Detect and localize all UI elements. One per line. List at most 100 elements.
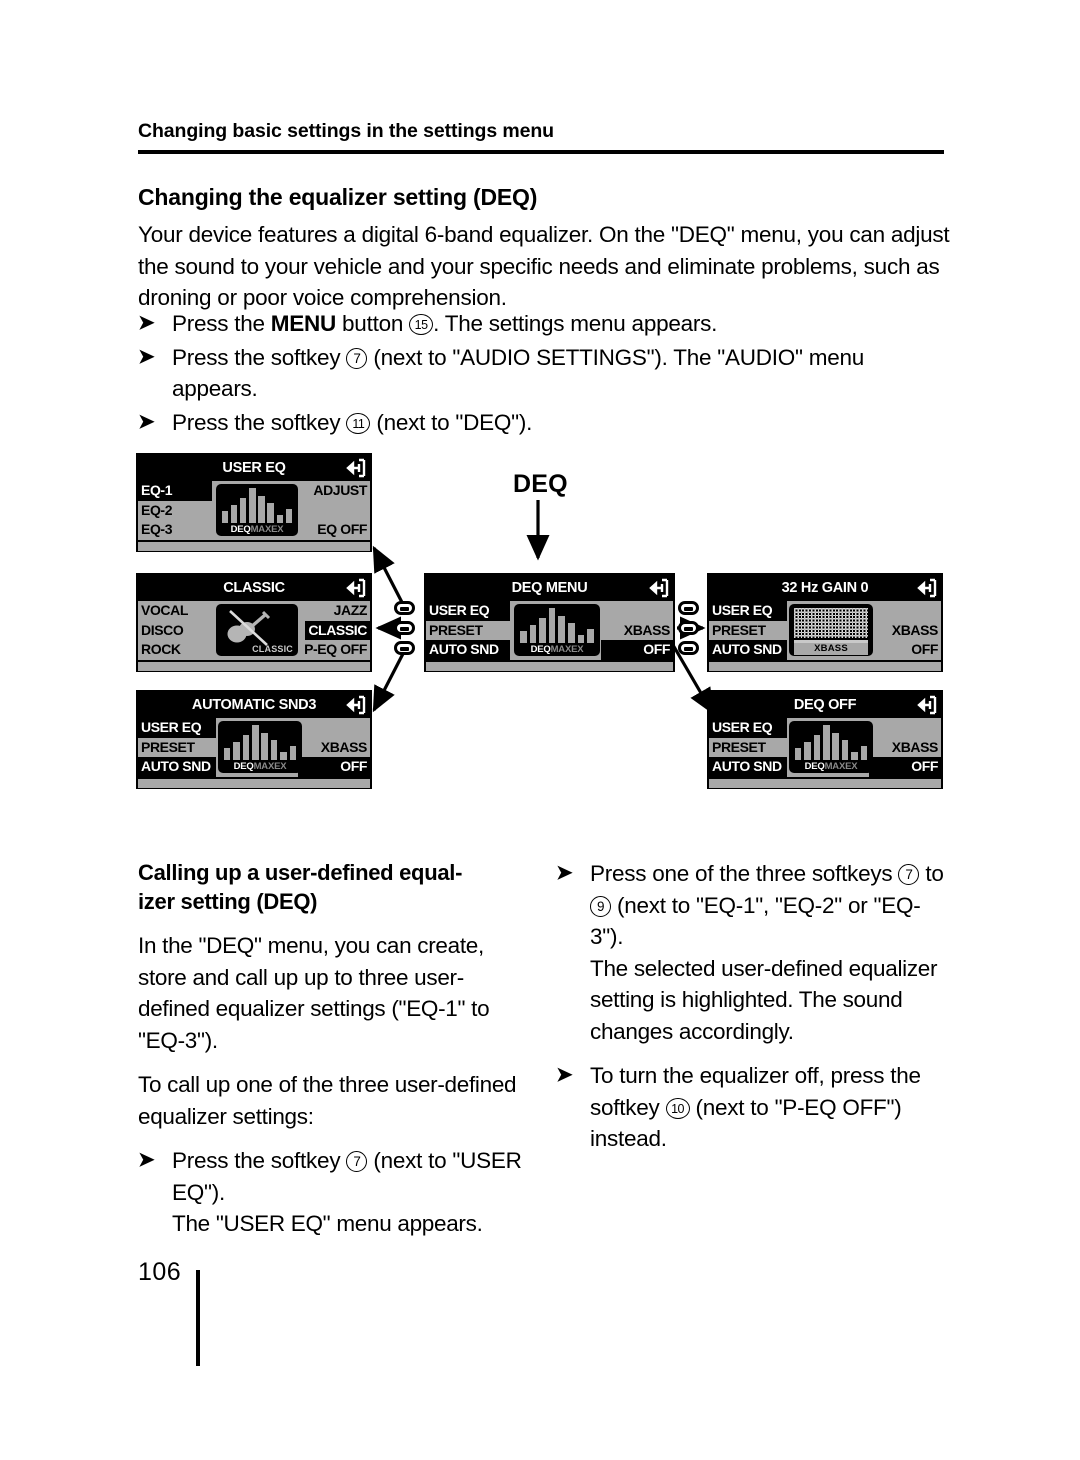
- menu-item[interactable]: EQ OFF: [314, 520, 370, 540]
- list-item: ➤ To turn the equalizer off, press the s…: [556, 1060, 950, 1155]
- menu-item[interactable]: XBASS: [889, 738, 941, 758]
- back-arrow-icon: [346, 578, 366, 598]
- softkey-right-2[interactable]: [678, 621, 699, 635]
- eq-spectrum-graphic: DEQMAXEX: [789, 721, 873, 773]
- menu-item[interactable]: OFF: [601, 640, 673, 660]
- display-panel-gain: 32 Hz GAIN 0 USER EQ PRESET AUTO SND XBA…: [707, 573, 943, 672]
- step-text-post: (next to "EQ-1", "EQ-2" or "EQ-3").: [590, 892, 921, 950]
- guitar-icon: [227, 610, 271, 646]
- arrow-right-icon: ➤: [138, 1149, 155, 1171]
- menu-item[interactable]: EQ-2: [138, 501, 212, 521]
- menu-item[interactable]: XBASS: [318, 738, 370, 758]
- menu-item[interactable]: PRESET: [709, 738, 787, 758]
- menu-item[interactable]: OFF: [298, 757, 370, 777]
- panel-title-text: AUTOMATIC SND3: [191, 697, 317, 713]
- display-panel-automatic-snd3: AUTOMATIC SND3 USER EQ PRESET AUTO SND D…: [136, 690, 372, 789]
- menu-item[interactable]: USER EQ: [709, 718, 787, 738]
- menu-item[interactable]: AUTO SND: [709, 640, 787, 660]
- back-arrow-icon: [917, 578, 937, 598]
- softkey-labels-left: USER EQ PRESET AUTO SND: [709, 601, 787, 660]
- menu-item[interactable]: EQ-3: [138, 520, 212, 540]
- panel-body: USER EQ PRESET AUTO SND DEQMAXEX XBASS O…: [138, 718, 370, 777]
- panel-title-text: DEQ OFF: [793, 697, 857, 713]
- paragraph: The selected user-defined equalizer sett…: [590, 955, 938, 1044]
- display-panel-deq-menu: DEQ MENU USER EQ PRESET AUTO SND DEQMAXE…: [424, 573, 675, 672]
- diagram-label-deq: DEQ: [513, 470, 568, 498]
- menu-item[interactable]: USER EQ: [426, 601, 510, 621]
- menu-item[interactable]: AUTO SND: [138, 757, 216, 777]
- arrow-right-icon: ➤: [556, 862, 573, 884]
- panel-title-text: USER EQ: [222, 460, 286, 476]
- graphic-caption-classic: CLASSIC: [252, 644, 293, 654]
- folio-rule: [196, 1270, 200, 1366]
- paragraph: In the "DEQ" menu, you can create, store…: [138, 933, 490, 1053]
- panel-title: 32 Hz GAIN 0: [709, 575, 941, 601]
- eq-graphic-caption: DEQMAXEX: [789, 761, 873, 772]
- list-item: ➤ Press one of the three softkeys 7 to 9…: [556, 858, 950, 953]
- eq-bars: [520, 608, 594, 643]
- menu-item-empty: [935, 718, 941, 738]
- softkey-labels-left: USER EQ PRESET AUTO SND: [709, 718, 787, 777]
- panel-body: USER EQ PRESET AUTO SND DEQMAXEX XBASS O…: [426, 601, 673, 660]
- menu-item[interactable]: XBASS: [889, 621, 941, 641]
- panel-title: DEQ OFF: [709, 692, 941, 718]
- softkey-labels-right: ADJUST EQ OFF: [296, 481, 370, 540]
- keynum-badge: 10: [665, 1097, 690, 1119]
- softkey-labels-right: XBASS OFF: [298, 718, 370, 777]
- menu-item[interactable]: EQ-1: [138, 481, 212, 501]
- softkey-labels-right: JAZZ CLASSIC P-EQ OFF: [296, 601, 370, 660]
- softkey-labels-right: XBASS OFF: [601, 601, 673, 660]
- back-arrow-icon: [649, 578, 669, 598]
- step-text-pre: Press the softkey: [172, 1148, 347, 1173]
- menu-item[interactable]: ADJUST: [310, 481, 370, 501]
- softkey-right-1[interactable]: [678, 601, 699, 615]
- panel-title: AUTOMATIC SND3: [138, 692, 370, 718]
- menu-item[interactable]: AUTO SND: [426, 640, 510, 660]
- eq-spectrum-graphic: DEQMAXEX: [514, 604, 600, 656]
- menu-item[interactable]: VOCAL: [138, 601, 212, 621]
- caption-max: MAX: [550, 644, 572, 655]
- step-text-mid: to: [919, 861, 944, 886]
- softkey-labels-left: USER EQ PRESET AUTO SND: [138, 718, 216, 777]
- eq-graphic-caption: DEQMAXEX: [218, 761, 302, 772]
- menu-item[interactable]: USER EQ: [138, 718, 216, 738]
- menu-item[interactable]: OFF: [869, 757, 941, 777]
- softkey-right-3[interactable]: [678, 641, 699, 655]
- panel-title-text: CLASSIC: [223, 580, 285, 596]
- xbass-dot-grid: [794, 608, 868, 638]
- paragraph: To call up one of the three user-defined…: [138, 1072, 517, 1129]
- eq-graphic-caption: DEQMAXEX: [514, 644, 600, 655]
- menu-item[interactable]: PRESET: [709, 621, 787, 641]
- menu-item-empty: [364, 501, 370, 521]
- back-arrow-icon: [917, 695, 937, 715]
- menu-item[interactable]: ROCK: [138, 640, 212, 660]
- eq-spectrum-graphic: DEQMAXEX: [216, 484, 298, 536]
- xbass-graphic: XBASS: [789, 604, 873, 656]
- menu-item[interactable]: USER EQ: [709, 601, 787, 621]
- caption-max: MAX: [824, 761, 846, 772]
- graphic-caption-xbass: XBASS: [794, 643, 868, 655]
- softkey-left-3[interactable]: [394, 641, 415, 655]
- panel-title: CLASSIC: [138, 575, 370, 601]
- panel-title: DEQ MENU: [426, 575, 673, 601]
- softkey-labels-right: XBASS OFF: [867, 601, 941, 660]
- softkey-left-1[interactable]: [394, 601, 415, 615]
- subsection-heading: Calling up a user-defined equal- izer se…: [138, 860, 463, 914]
- panel-footer: [709, 777, 941, 788]
- menu-item[interactable]: CLASSIC: [305, 620, 370, 641]
- step-text-pre: Press one of the three softkeys: [590, 861, 899, 886]
- menu-item[interactable]: PRESET: [138, 738, 216, 758]
- eq-bars: [795, 725, 867, 760]
- softkey-left-2[interactable]: [394, 621, 415, 635]
- menu-item[interactable]: JAZZ: [331, 601, 370, 621]
- eq-graphic-caption: DEQMAXEX: [216, 524, 298, 535]
- menu-item[interactable]: OFF: [908, 640, 941, 660]
- menu-item[interactable]: P-EQ OFF: [301, 640, 370, 660]
- menu-item[interactable]: XBASS: [621, 621, 673, 641]
- panel-footer: [138, 777, 370, 788]
- menu-item[interactable]: PRESET: [426, 621, 510, 641]
- arrow-right-icon: ➤: [556, 1064, 573, 1086]
- menu-item[interactable]: AUTO SND: [709, 757, 787, 777]
- keynum-badge: 7: [898, 864, 920, 885]
- menu-item[interactable]: DISCO: [138, 621, 212, 641]
